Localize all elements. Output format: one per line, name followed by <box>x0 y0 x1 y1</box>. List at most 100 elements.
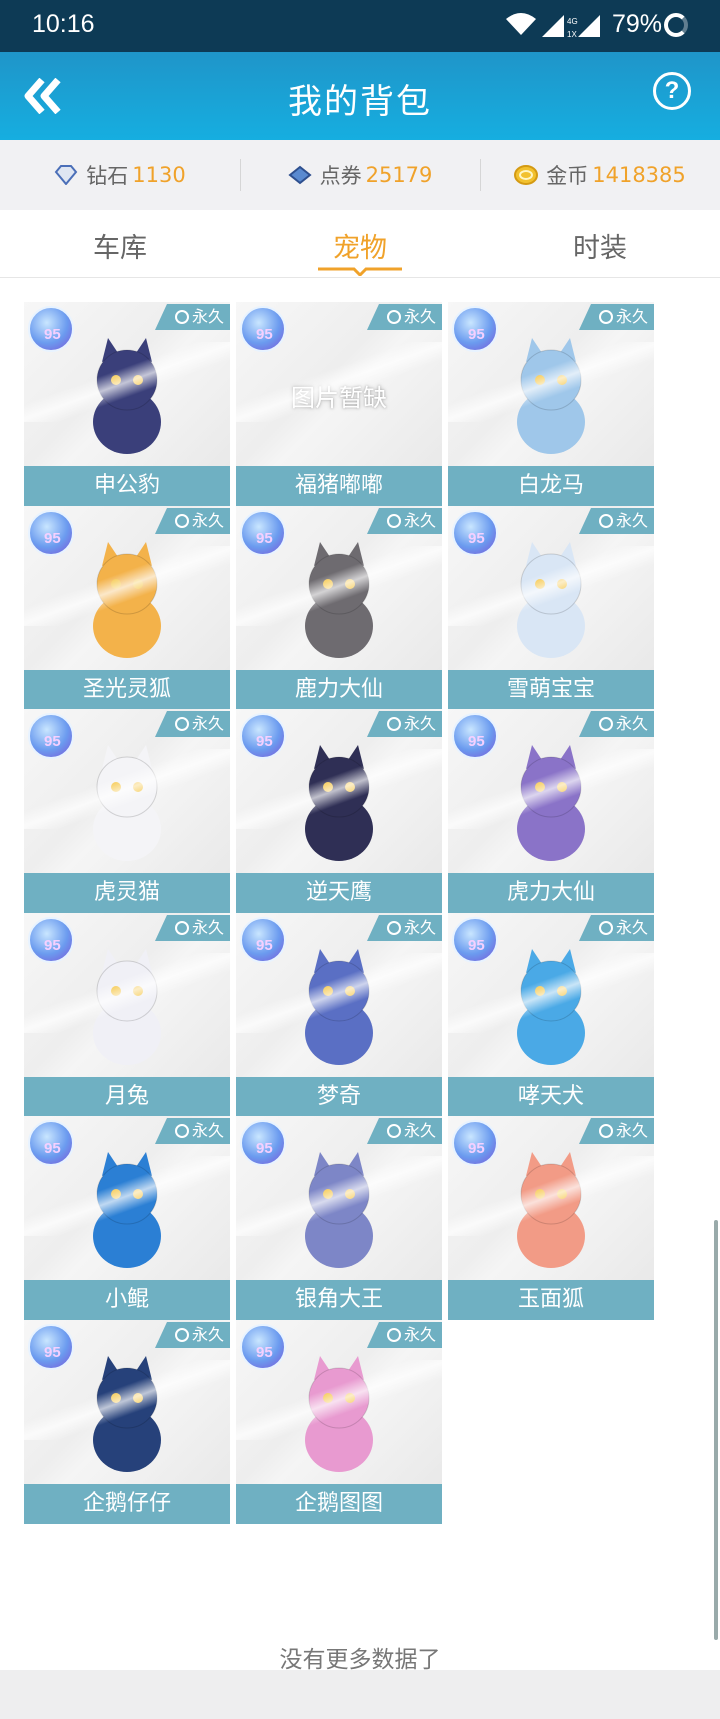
pet-name: 申公豹 <box>24 466 230 506</box>
pet-name: 梦奇 <box>236 1077 442 1117</box>
permanent-tag: 永久 <box>154 1118 230 1144</box>
pet-figure-icon <box>517 542 585 658</box>
tab-bar: 车库 宠物 时装 <box>0 210 720 278</box>
question-circle-icon[interactable]: ? <box>653 72 691 110</box>
level-badge-icon: 95 <box>28 917 74 963</box>
permanent-tag: 永久 <box>366 711 442 737</box>
pet-name: 企鹅图图 <box>236 1484 442 1524</box>
currency-value: 1130 <box>132 163 186 187</box>
permanent-tag: 永久 <box>154 508 230 534</box>
pet-figure-icon <box>517 338 585 454</box>
currency-value: 25179 <box>365 163 433 187</box>
clock-icon <box>386 310 401 324</box>
pet-card[interactable]: 95 永久 月兔 <box>24 913 230 1117</box>
level-badge-value: 95 <box>256 937 273 954</box>
bottom-bar <box>0 1670 720 1719</box>
pet-card[interactable]: 95 永久梦奇 <box>236 913 442 1117</box>
pet-card[interactable]: 95 永久虎灵猫 <box>24 709 230 913</box>
level-badge-icon: 95 <box>240 306 286 352</box>
pet-card[interactable]: 95 永久 企鹅图图 <box>236 1320 442 1524</box>
permanent-label: 永久 <box>191 1325 224 1344</box>
level-badge-value: 95 <box>468 530 485 547</box>
signal-icon: 4G 1X <box>542 15 600 39</box>
permanent-tag: 永久 <box>366 508 442 534</box>
tab-fashion[interactable]: 时装 <box>480 210 720 277</box>
permanent-label: 永久 <box>403 918 436 937</box>
pet-card[interactable]: 95 永久 雪萌宝宝 <box>448 506 654 710</box>
scrollbar[interactable] <box>714 1220 718 1640</box>
level-badge-icon: 95 <box>28 1324 74 1370</box>
clock-icon <box>386 717 401 731</box>
clock-icon <box>598 310 613 324</box>
pet-name: 玉面狐 <box>448 1280 654 1320</box>
pet-card[interactable]: 图片暂缺 95 永久 福猪嘟嘟 <box>236 302 442 506</box>
pet-figure-icon <box>517 949 585 1065</box>
level-badge-icon: 95 <box>452 917 498 963</box>
level-badge-value: 95 <box>256 326 273 343</box>
battery-percent: 79% <box>612 10 663 38</box>
status-bar: 10:16 4G 1X 79% <box>0 0 720 52</box>
pet-name: 福猪嘟嘟 <box>236 466 442 506</box>
level-badge-value: 95 <box>44 530 61 547</box>
level-badge-value: 95 <box>44 1140 61 1157</box>
sim-slot-label: 1X <box>567 30 577 39</box>
permanent-tag: 永久 <box>578 915 654 941</box>
permanent-label: 永久 <box>403 511 436 530</box>
currency-label: 钻石 <box>86 164 129 188</box>
level-badge-icon: 95 <box>452 1120 498 1166</box>
wifi-icon <box>506 13 536 35</box>
clock-icon <box>174 1124 189 1138</box>
pet-card[interactable]: 95 永久玉面狐 <box>448 1116 654 1320</box>
pet-figure-icon <box>305 1356 373 1472</box>
permanent-label: 永久 <box>403 1325 436 1344</box>
pet-name: 月兔 <box>24 1077 230 1117</box>
pet-figure-icon <box>93 745 161 861</box>
pet-card[interactable]: 95 永久 企鹅仔仔 <box>24 1320 230 1524</box>
clock-icon <box>598 717 613 731</box>
level-badge-value: 95 <box>44 937 61 954</box>
gold-coin-icon <box>514 165 539 185</box>
level-badge-icon: 95 <box>240 917 286 963</box>
clock-icon <box>174 310 189 324</box>
level-badge-value: 95 <box>468 733 485 750</box>
battery-icon <box>664 13 688 37</box>
level-badge-value: 95 <box>468 937 485 954</box>
pet-figure-icon <box>305 542 373 658</box>
pet-card[interactable]: 95 永久 虎力大仙 <box>448 709 654 913</box>
permanent-label: 永久 <box>615 511 648 530</box>
permanent-label: 永久 <box>615 1121 648 1140</box>
level-badge-value: 95 <box>44 733 61 750</box>
clock-icon <box>174 514 189 528</box>
permanent-tag: 永久 <box>366 304 442 330</box>
pet-name: 虎灵猫 <box>24 873 230 913</box>
permanent-label: 永久 <box>191 714 224 733</box>
permanent-tag: 永久 <box>578 304 654 330</box>
pet-card[interactable]: 95 永久 哮天犬 <box>448 913 654 1117</box>
clock-icon <box>386 514 401 528</box>
pet-card[interactable]: 95 永久 小鲲 <box>24 1116 230 1320</box>
permanent-label: 永久 <box>615 714 648 733</box>
pet-card[interactable]: 95 永久 白龙马 <box>448 302 654 506</box>
no-more-data-text: 没有更多数据了 <box>279 1647 441 1673</box>
pet-card[interactable]: 95 永久 申公豹 <box>24 302 230 506</box>
pet-figure-icon <box>93 542 161 658</box>
tab-pets[interactable]: 宠物 <box>240 210 480 277</box>
pet-card[interactable]: 95 永久 逆天鹰 <box>236 709 442 913</box>
tab-garage[interactable]: 车库 <box>0 210 240 277</box>
clock-icon <box>174 717 189 731</box>
level-badge-icon: 95 <box>28 1120 74 1166</box>
pet-card[interactable]: 95 永久 圣光灵狐 <box>24 506 230 710</box>
permanent-label: 永久 <box>191 1121 224 1140</box>
pet-card[interactable]: 95 永久 银角大王 <box>236 1116 442 1320</box>
clock-icon <box>598 921 613 935</box>
permanent-label: 永久 <box>403 1121 436 1140</box>
clock-icon <box>386 921 401 935</box>
level-badge-icon: 95 <box>240 1120 286 1166</box>
currency-label: 点券 <box>319 164 362 188</box>
pet-card[interactable]: 95 永久 鹿力大仙 <box>236 506 442 710</box>
permanent-tag: 永久 <box>154 1322 230 1348</box>
permanent-tag: 永久 <box>366 1322 442 1348</box>
level-badge-icon: 95 <box>452 306 498 352</box>
clock-icon <box>386 1328 401 1342</box>
currency-label: 金币 <box>546 164 589 188</box>
